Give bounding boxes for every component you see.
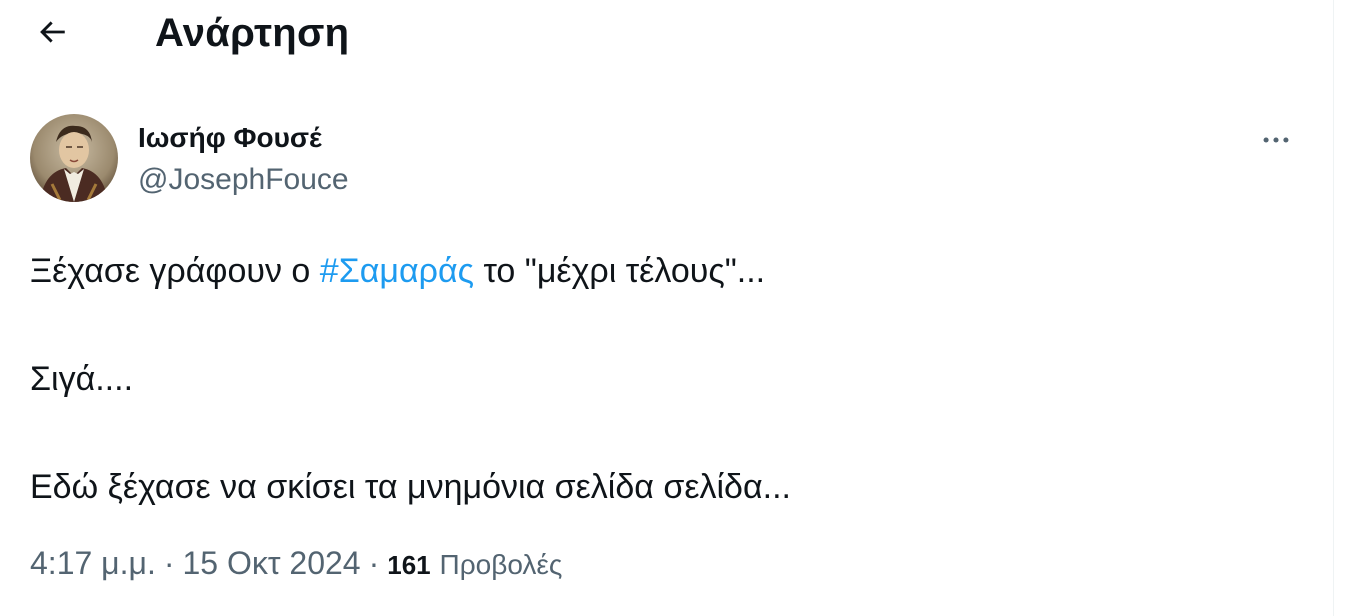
views-count: 161 — [387, 550, 431, 580]
more-horizontal-icon — [1263, 137, 1289, 143]
post-text-spacer — [30, 298, 1310, 352]
back-button[interactable] — [24, 8, 80, 56]
post-text-line-2: Σιγά.... — [30, 360, 134, 398]
arrow-left-icon — [40, 21, 65, 43]
post-text-line-1: Ξέχασε γράφουν ο #Σαμαράς το "μέχρι τέλο… — [30, 244, 1310, 298]
views-label: Προβολές — [439, 549, 563, 580]
post-text: Ξέχασε γράφουν ο #Σαμαράς το "μέχρι τέλο… — [30, 244, 1310, 514]
post-text-line-3: Εδώ ξέχασε να σκίσει τα μνημόνια σελίδα … — [30, 468, 791, 506]
meta-separator: · — [368, 545, 380, 581]
author-handle[interactable]: @JosephFouce — [138, 163, 349, 197]
post-meta: 4:17 μ.μ. · 15 Οκτ 2024 · 161 Προβολές — [30, 543, 562, 585]
page-title: Ανάρτηση — [155, 11, 350, 55]
author-display-name[interactable]: Ιωσήφ Φουσέ — [138, 121, 322, 155]
post-text-segment: Ξέχασε γράφουν ο — [30, 252, 320, 290]
hashtag-link[interactable]: #Σαμαράς — [320, 252, 474, 290]
post-time[interactable]: 4:17 μ.μ. — [30, 545, 156, 581]
page-header: Ανάρτηση — [0, 0, 1334, 66]
post-text-spacer — [30, 406, 1310, 460]
meta-separator: · — [163, 545, 175, 581]
post-date[interactable]: 15 Οκτ 2024 — [182, 545, 360, 581]
avatar[interactable] — [30, 114, 118, 202]
more-options-button[interactable] — [1248, 120, 1304, 160]
portrait-avatar — [30, 114, 118, 202]
post-text-segment: το "μέχρι τέλους"... — [474, 252, 766, 290]
post-detail-column: Ανάρτηση Ιωσήφ Φουσέ @JosephFouce Ξέχασε… — [0, 0, 1334, 616]
